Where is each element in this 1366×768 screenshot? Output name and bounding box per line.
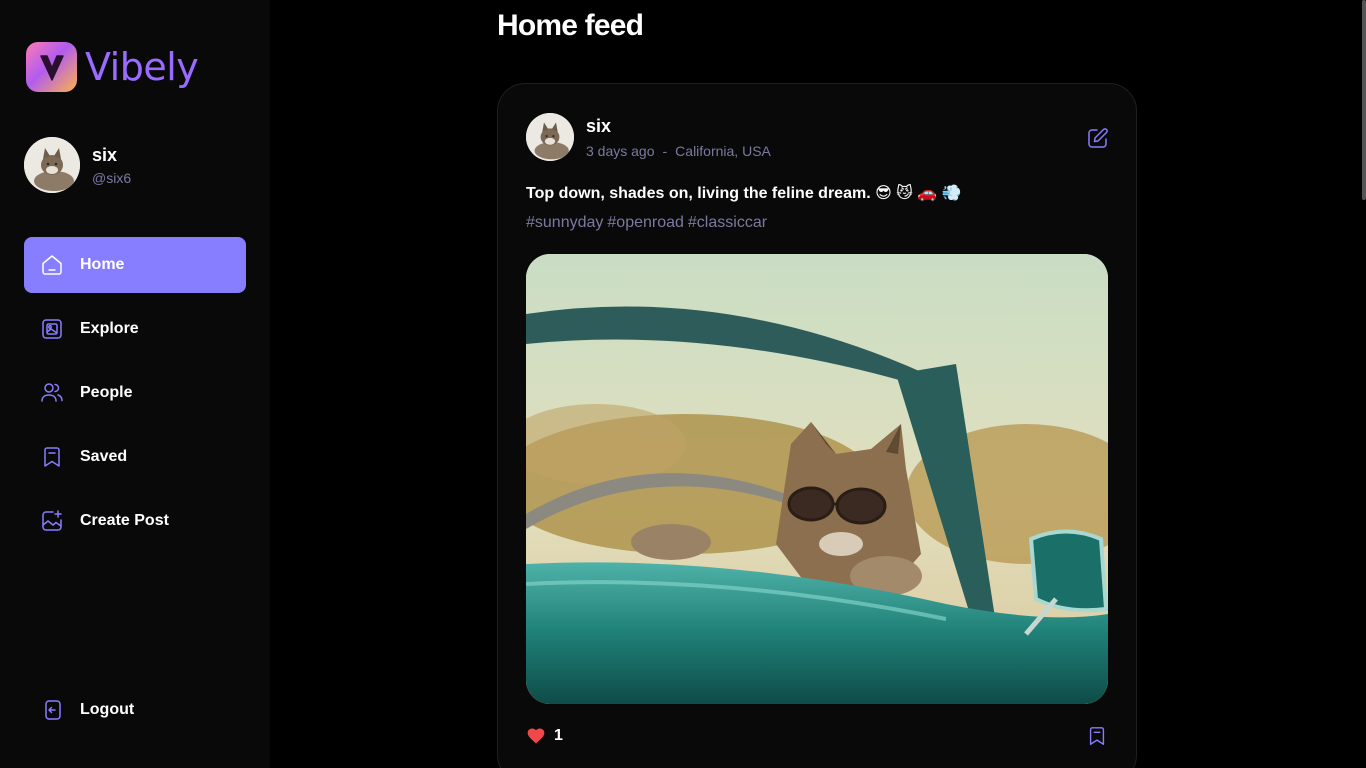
heart-icon[interactable] (526, 726, 546, 746)
sidebar: Vibely six @six6 Home Explore People Sav… (0, 0, 270, 768)
add-image-icon (42, 510, 62, 531)
logout-icon (45, 700, 61, 720)
hashtag[interactable]: #openroad (607, 214, 684, 232)
meta-separator: - (662, 142, 668, 159)
edit-post-button[interactable] (1086, 126, 1110, 150)
user-profile[interactable]: six @six6 (24, 137, 131, 193)
profile-name: six (92, 144, 118, 165)
post-actions: 1 (526, 725, 1108, 747)
logout-label: Logout (80, 701, 135, 718)
logo-mark (26, 42, 77, 92)
people-icon (41, 383, 63, 402)
logo-text: Vibely (85, 45, 199, 89)
profile-handle: @six6 (92, 169, 132, 186)
post-card: six 3 days ago - California, USA Top dow… (497, 83, 1137, 768)
post-time: 3 days ago (586, 142, 655, 159)
nav-item-people[interactable]: People (24, 365, 246, 421)
post-caption: Top down, shades on, living the feline d… (526, 185, 962, 202)
post-header: six 3 days ago - California, USA (526, 113, 771, 161)
home-icon (42, 255, 62, 275)
nav-item-create-post[interactable]: Create Post (24, 493, 246, 549)
page-scrollbar[interactable] (1362, 0, 1366, 200)
post-author-avatar[interactable] (526, 113, 574, 161)
gallery-icon (42, 319, 62, 339)
edit-icon (1088, 128, 1108, 148)
logout-button[interactable]: Logout (24, 682, 246, 738)
post-location: California, USA (675, 142, 771, 159)
nav-label: Explore (80, 320, 139, 337)
logout-section: Logout (24, 682, 246, 746)
app-logo[interactable]: Vibely (26, 42, 199, 92)
page-title: Home feed (497, 9, 644, 42)
like-count: 1 (554, 727, 563, 744)
bookmark-icon (44, 447, 60, 467)
nav-label: People (80, 384, 133, 401)
post-tags: #sunnyday #openroad #classiccar (526, 214, 767, 232)
post-author-name[interactable]: six (586, 116, 771, 137)
post-image[interactable] (526, 254, 1108, 704)
nav-label: Saved (80, 448, 128, 465)
nav-item-explore[interactable]: Explore (24, 301, 246, 357)
hashtag[interactable]: #classiccar (688, 214, 767, 232)
nav-label: Create Post (80, 512, 169, 529)
nav-label: Home (80, 256, 125, 273)
hashtag[interactable]: #sunnyday (526, 214, 603, 232)
main-nav: Home Explore People Saved Create Post (24, 237, 246, 557)
avatar (24, 137, 80, 193)
save-post-icon[interactable] (1086, 725, 1108, 747)
nav-item-saved[interactable]: Saved (24, 429, 246, 485)
like-section: 1 (526, 726, 563, 746)
post-meta: 3 days ago - California, USA (586, 143, 771, 159)
nav-item-home[interactable]: Home (24, 237, 246, 293)
